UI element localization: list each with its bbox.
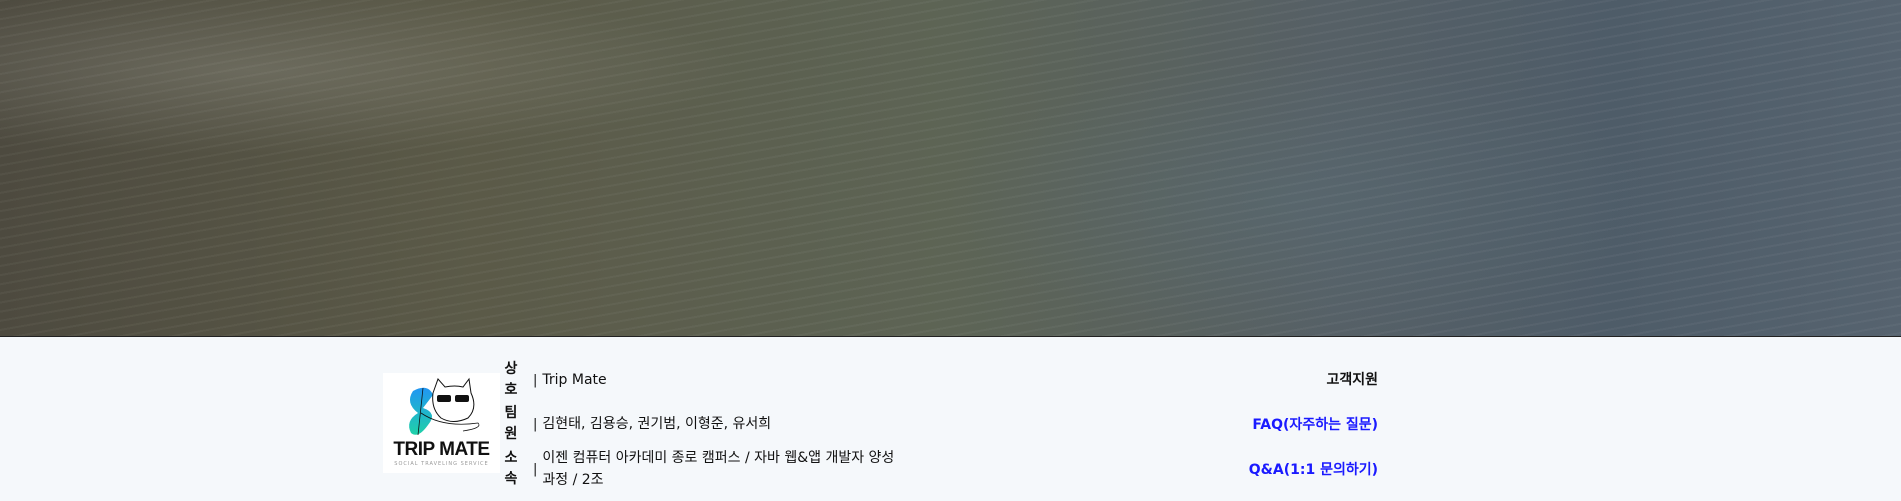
- info-value: Trip Mate: [542, 372, 607, 388]
- hero-video-background: [0, 0, 1901, 337]
- logo-title: TRIP MATE: [393, 439, 490, 460]
- info-value: 김현태, 김용승, 권기범, 이형준, 유서희: [542, 416, 772, 432]
- trip-mate-logo[interactable]: TRIP MATE SOCIAL TRAVELING SERVICE: [383, 373, 500, 473]
- logo-subtitle: SOCIAL TRAVELING SERVICE: [394, 461, 489, 467]
- info-row-affiliation: 소속 | 이젠 컴퓨터 아카데미 종로 캠퍼스 / 자바 웹&앱 개발자 양성 …: [503, 447, 907, 491]
- faq-link[interactable]: FAQ(자주하는 질문): [1252, 417, 1378, 433]
- info-label: 소속: [504, 450, 518, 487]
- support-title: 고객지원: [1326, 372, 1378, 388]
- separator: |: [533, 372, 538, 388]
- info-label: 팀원: [504, 405, 518, 442]
- info-label: 상호: [504, 361, 518, 398]
- info-row-members: 팀원 | 김현태, 김용승, 권기범, 이형준, 유서희: [503, 403, 772, 445]
- footer: TRIP MATE SOCIAL TRAVELING SERVICE 상호 | …: [0, 337, 1901, 501]
- separator: |: [533, 416, 538, 432]
- info-value: 이젠 컴퓨터 아카데미 종로 캠퍼스 / 자바 웹&앱 개발자 양성 과정 / …: [542, 450, 895, 488]
- cat-sunglasses-icon: [409, 377, 480, 436]
- qna-link[interactable]: Q&A(1:1 문의하기): [1249, 462, 1378, 478]
- separator: |: [533, 461, 538, 477]
- info-row-company: 상호 | Trip Mate: [503, 359, 607, 401]
